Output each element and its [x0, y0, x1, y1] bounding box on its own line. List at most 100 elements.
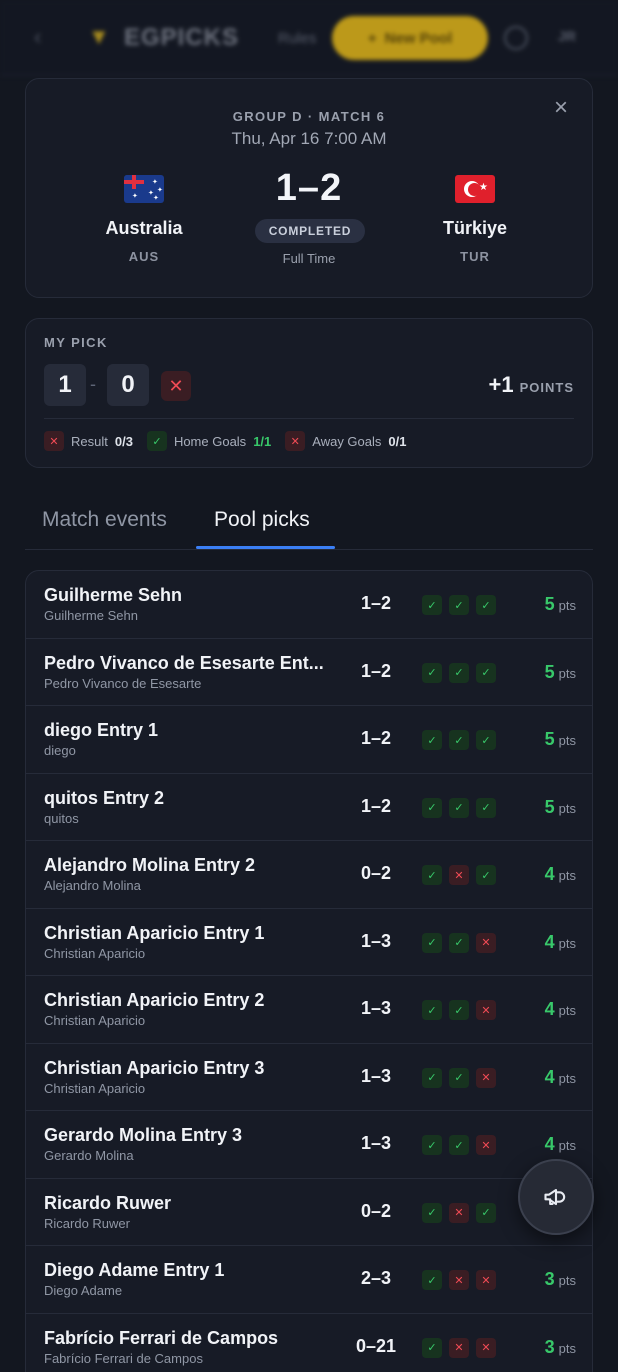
- away-team-name: Türkiye: [442, 218, 508, 238]
- entry-user: Pedro Vivanco de Esesarte: [44, 675, 202, 691]
- table-row[interactable]: quitos Entry 2 quitos 1–2 ✓ ✓ ✓ 5 pts: [26, 774, 592, 841]
- entry-score: 2–3: [360, 1268, 392, 1288]
- entry-checks: ✓ ✓ ✓: [422, 797, 496, 818]
- table-row[interactable]: Ricardo Ruwer Ricardo Ruwer 0–2 ✓ ✕ ✓: [26, 1179, 592, 1246]
- check-icon: ✓: [449, 1135, 469, 1155]
- entry-checks: ✓ ✓ ✓: [422, 595, 496, 615]
- divider: [44, 418, 574, 419]
- points-number: 4: [544, 999, 555, 1019]
- entry-checks: ✓ ✓ ✕: [422, 1067, 496, 1088]
- entry-points: 5 pts: [545, 797, 576, 818]
- breakdown-label: Result: [71, 433, 108, 449]
- check-icon: ✓: [476, 730, 496, 750]
- cross-icon: ✕: [449, 1202, 469, 1223]
- cross-icon: ✕: [285, 431, 306, 451]
- check-icon: ✓: [146, 431, 167, 451]
- check-icon: ✓: [422, 932, 442, 953]
- entry-score: 0–2: [360, 1200, 392, 1221]
- points-unit: POINTS: [519, 380, 574, 395]
- entry-checks: ✓ ✓ ✕: [422, 1135, 496, 1155]
- points-number: 3: [544, 1269, 555, 1289]
- my-pick-away-goals: 0: [107, 364, 149, 406]
- table-row[interactable]: Alejandro Molina Entry 2 Alejandro Molina…: [26, 841, 592, 909]
- brand-name[interactable]: EGPICKS: [124, 24, 239, 52]
- check-icon: ✓: [476, 1202, 496, 1223]
- check-icon: ✓: [422, 1135, 442, 1155]
- feedback-button[interactable]: [518, 1159, 594, 1235]
- help-icon[interactable]: [504, 26, 528, 50]
- check-icon: ✓: [422, 730, 442, 750]
- close-icon[interactable]: ×: [550, 96, 572, 120]
- entry-name: Diego Adame Entry 1: [44, 1260, 225, 1280]
- table-row[interactable]: diego Entry 1 diego 1–2 ✓ ✓ ✓ 5 pts: [26, 706, 592, 774]
- cross-icon: ✕: [476, 932, 496, 953]
- table-row[interactable]: Guilherme Sehn Guilherme Sehn 1–2 ✓ ✓ ✓ 5 pts: [26, 571, 592, 639]
- score-breakdown: ✕ Result 0/3 ✓ Home Goals 1/1 ✕ Away Goals 0/1: [44, 431, 406, 451]
- entry-points: 5 pts: [545, 662, 576, 683]
- breakdown-value: 0/3: [114, 433, 133, 449]
- table-row[interactable]: Christian Aparicio Entry 2 Christian Apar…: [26, 976, 592, 1044]
- points-unit: pts: [558, 800, 576, 816]
- points-number: 5: [544, 661, 555, 682]
- entry-name: Alejandro Molina Entry 2: [44, 855, 256, 875]
- points-number: 5: [544, 796, 555, 817]
- table-row[interactable]: Pedro Vivanco de Esesarte Ent... Pedro Vi…: [26, 639, 592, 706]
- chevron-left-icon[interactable]: ‹: [34, 26, 56, 48]
- entry-name: Gerardo Molina Entry 3: [44, 1125, 243, 1145]
- points-unit: pts: [558, 733, 576, 748]
- check-icon: ✓: [476, 865, 496, 885]
- entry-points: 4 pts: [545, 1134, 576, 1155]
- entry-points: 5 pts: [545, 594, 576, 615]
- check-icon: ✓: [449, 932, 469, 953]
- entry-points: 4 pts: [545, 1067, 576, 1088]
- entry-name: quitos Entry 2: [44, 787, 165, 808]
- entry-user: Diego Adame: [44, 1283, 123, 1298]
- check-icon: ✓: [422, 865, 442, 885]
- entry-checks: ✓ ✓ ✓: [422, 730, 496, 750]
- table-row[interactable]: Christian Aparicio Entry 3 Christian Apar…: [26, 1044, 592, 1111]
- avatar[interactable]: JR: [558, 28, 576, 44]
- new-pool-label: New Pool: [384, 29, 453, 47]
- check-icon: ✓: [449, 730, 469, 750]
- points-unit: pts: [558, 665, 576, 681]
- table-row[interactable]: Christian Aparicio Entry 1 Christian Apar…: [26, 909, 592, 976]
- entry-checks: ✓ ✕ ✕: [422, 1337, 496, 1358]
- my-pick-label: MY PICK: [44, 335, 108, 350]
- entry-name: Christian Aparicio Entry 2: [44, 990, 265, 1010]
- check-icon: ✓: [422, 1000, 442, 1020]
- new-pool-button[interactable]: + New Pool: [332, 16, 488, 60]
- cross-icon: ✕: [449, 1270, 469, 1290]
- points-unit: pts: [558, 1138, 576, 1153]
- breakdown-item: ✓ Home Goals 1/1: [146, 431, 271, 451]
- entry-user: diego: [44, 743, 76, 758]
- cross-icon: ✕: [44, 431, 64, 451]
- tab-pool-picks[interactable]: Pool picks: [214, 508, 310, 532]
- tab-match-events[interactable]: Match events: [42, 508, 167, 532]
- check-icon: ✓: [422, 1270, 442, 1290]
- match-date: Thu, Apr 16 7:00 AM: [231, 129, 387, 148]
- entry-score: 1–3: [360, 1065, 392, 1086]
- my-pick-points: +1 POINTS: [489, 372, 575, 398]
- entry-checks: ✓ ✕ ✓: [422, 1202, 496, 1223]
- table-row[interactable]: Fabrício Ferrari de Campos Fabrício Ferra…: [26, 1314, 592, 1372]
- points-number: 4: [544, 1066, 555, 1087]
- nav-link[interactable]: Rules: [278, 30, 316, 47]
- table-row[interactable]: Gerardo Molina Entry 3 Gerardo Molina 1–3 ✓…: [26, 1111, 592, 1179]
- entry-user: Gerardo Molina: [44, 1148, 134, 1163]
- entry-score: 1–3: [360, 998, 392, 1018]
- entry-user: Alejandro Molina: [44, 878, 141, 893]
- breakdown-value: 0/1: [388, 433, 407, 449]
- check-icon: ✓: [422, 662, 442, 683]
- check-icon: ✓: [449, 1067, 469, 1088]
- entry-score: 1–2: [360, 728, 392, 748]
- entry-score: 0–21: [355, 1335, 397, 1356]
- entry-checks: ✓ ✓ ✕: [422, 1000, 496, 1020]
- match-card: GROUP D · MATCH 6 Thu, Apr 16 7:00 AM × …: [25, 78, 593, 298]
- cross-icon: ✕: [476, 1135, 496, 1155]
- points-value: +1: [488, 372, 514, 397]
- pick-separator: -: [90, 374, 96, 394]
- entry-name: diego Entry 1: [44, 720, 159, 740]
- entry-user: Christian Aparicio: [44, 945, 146, 961]
- table-row[interactable]: Diego Adame Entry 1 Diego Adame 2–3 ✓ ✕ ✕ 3 pts: [26, 1246, 592, 1314]
- entry-name: Guilherme Sehn: [44, 585, 183, 605]
